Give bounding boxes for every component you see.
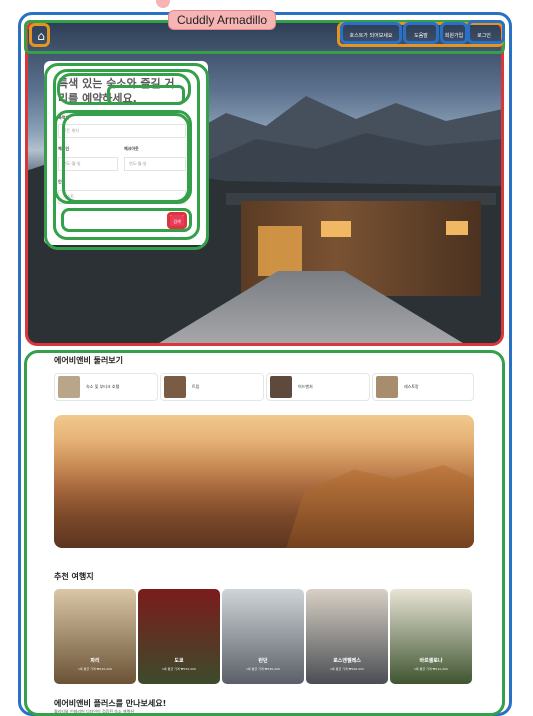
host-link-highlight-box [340, 22, 402, 44]
logo-highlight-box [29, 23, 50, 47]
content-highlight-box [24, 350, 505, 716]
login-link-highlight-box [467, 20, 505, 44]
fields-inner-highlight-box [62, 113, 190, 203]
search-button-highlight-box [167, 212, 187, 229]
name-tag: Cuddly Armadillo [168, 10, 277, 30]
help-link-highlight-box [403, 22, 439, 44]
tag-pin [156, 0, 170, 8]
page: ⌂ 호스트가 되어보세요 도움말 회원가입 로그인 특색 있는 숙소와 즐길 거… [0, 0, 533, 716]
signup-link-highlight-box [440, 22, 468, 44]
title-line-highlight-box [107, 85, 185, 105]
